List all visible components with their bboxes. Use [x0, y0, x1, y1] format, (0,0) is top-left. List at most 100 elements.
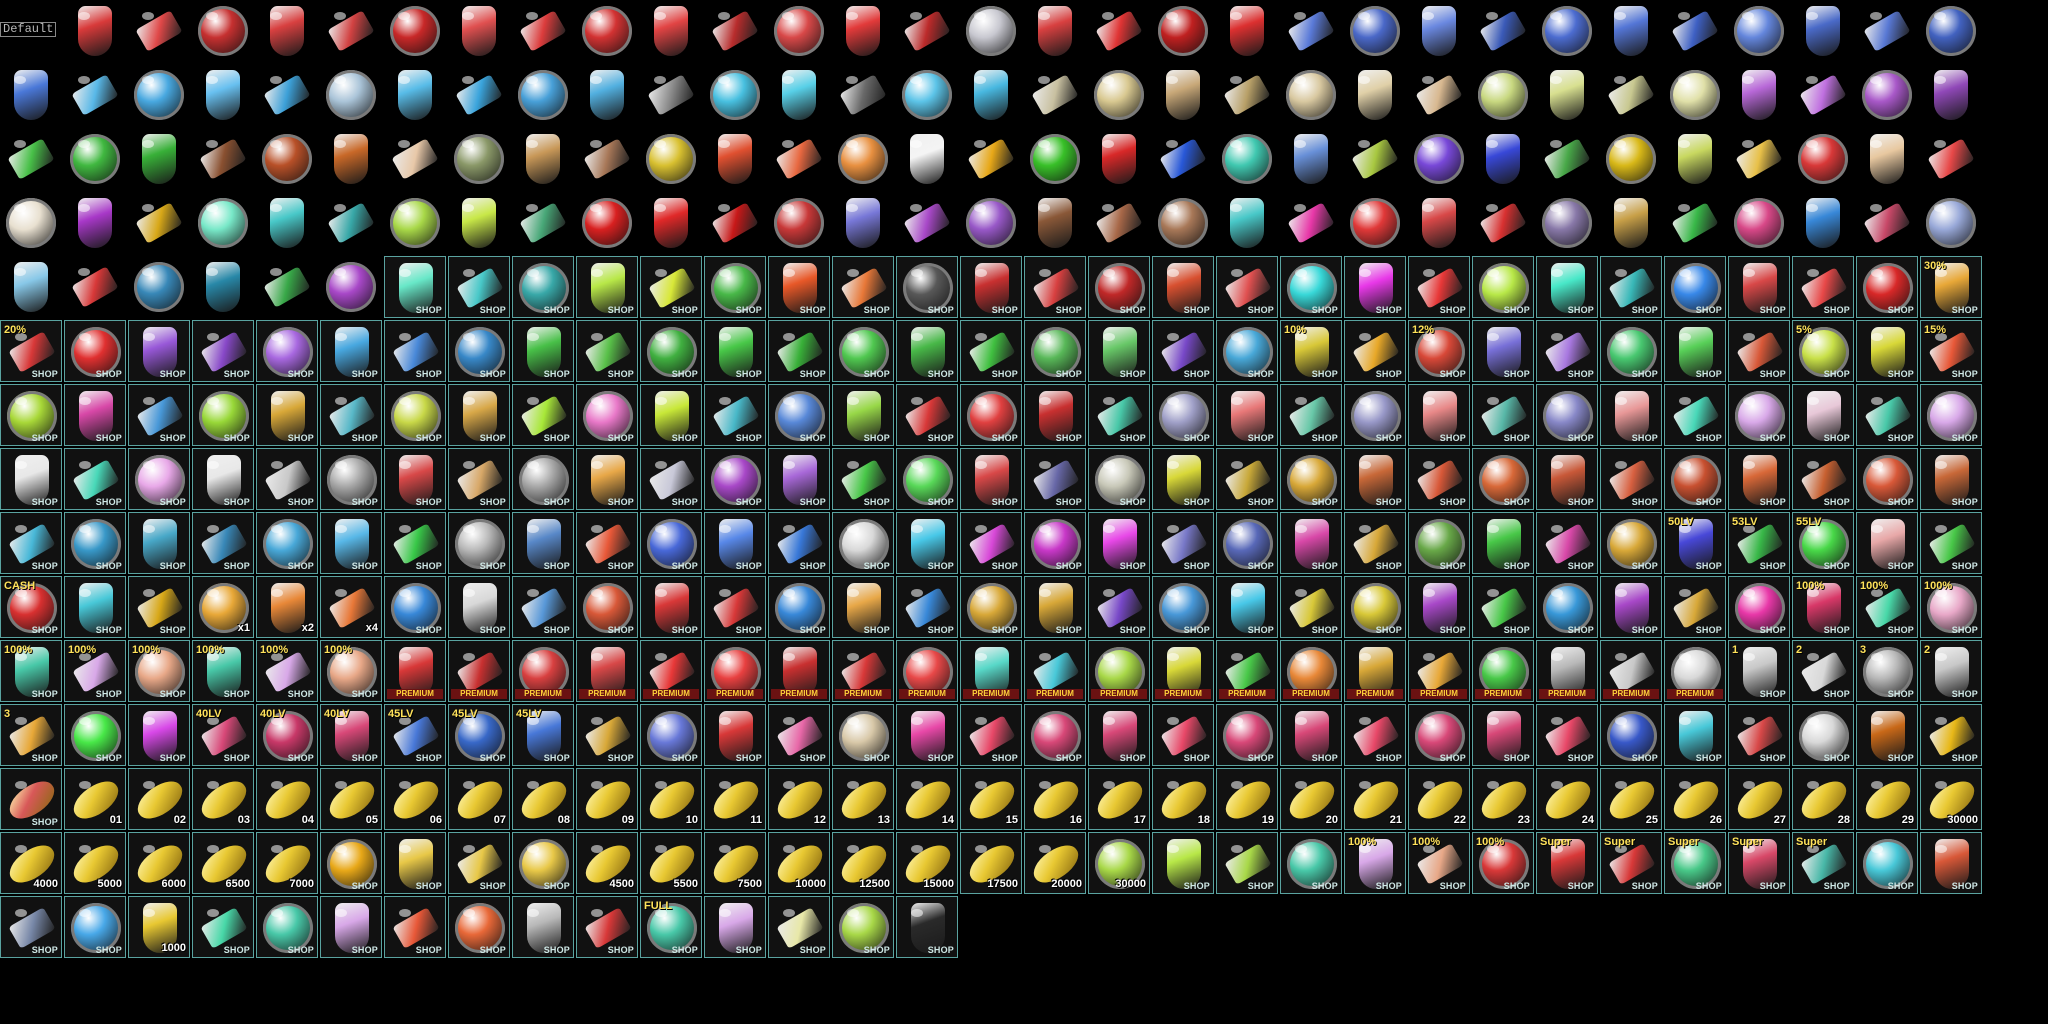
- item-slot[interactable]: PREMIUM: [1216, 640, 1278, 702]
- item-slot[interactable]: SHOP: [1344, 384, 1406, 446]
- item-slot[interactable]: SHOP: [1088, 576, 1150, 638]
- item-slot[interactable]: Super SHOP: [1664, 832, 1726, 894]
- item-slot[interactable]: SHOP: [1344, 256, 1406, 318]
- item-slot[interactable]: [1600, 192, 1662, 254]
- item-slot[interactable]: [1024, 128, 1086, 190]
- item-slot[interactable]: SHOP: [1536, 448, 1598, 510]
- item-slot[interactable]: 5000: [64, 832, 126, 894]
- item-slot[interactable]: 20: [1280, 768, 1342, 830]
- item-slot[interactable]: 100% SHOP: [320, 640, 382, 702]
- item-slot[interactable]: 3 SHOP: [0, 704, 62, 766]
- item-slot[interactable]: SHOP: [576, 512, 638, 574]
- item-slot[interactable]: 30000: [1088, 832, 1150, 894]
- item-slot[interactable]: [320, 256, 382, 318]
- item-slot[interactable]: [1600, 0, 1662, 62]
- item-slot[interactable]: SHOP: [128, 320, 190, 382]
- item-slot[interactable]: PREMIUM: [448, 640, 510, 702]
- item-slot[interactable]: SHOP: [384, 896, 446, 958]
- item-slot[interactable]: 40LV SHOP: [320, 704, 382, 766]
- item-slot[interactable]: SHOP: [832, 320, 894, 382]
- item-slot[interactable]: [320, 64, 382, 126]
- item-slot[interactable]: SHOP: [1088, 704, 1150, 766]
- item-slot[interactable]: SHOP: [1728, 576, 1790, 638]
- item-slot[interactable]: [0, 64, 62, 126]
- item-slot[interactable]: [192, 0, 254, 62]
- item-slot[interactable]: SHOP: [1344, 320, 1406, 382]
- item-slot[interactable]: 23: [1472, 768, 1534, 830]
- item-slot[interactable]: 10% SHOP: [1280, 320, 1342, 382]
- item-slot[interactable]: SHOP: [896, 256, 958, 318]
- item-slot[interactable]: SHOP: [704, 384, 766, 446]
- item-slot[interactable]: [832, 64, 894, 126]
- item-slot[interactable]: SHOP: [960, 320, 1022, 382]
- item-slot[interactable]: SHOP: [896, 512, 958, 574]
- item-slot[interactable]: 30% SHOP: [1920, 256, 1982, 318]
- item-slot[interactable]: SHOP: [1792, 384, 1854, 446]
- item-slot[interactable]: SHOP: [1088, 448, 1150, 510]
- item-slot[interactable]: SHOP: [576, 704, 638, 766]
- item-slot[interactable]: [1216, 0, 1278, 62]
- item-slot[interactable]: 17: [1088, 768, 1150, 830]
- item-slot[interactable]: SHOP: [448, 832, 510, 894]
- item-slot[interactable]: [1920, 0, 1982, 62]
- item-slot[interactable]: SHOP: [1152, 832, 1214, 894]
- item-slot[interactable]: SHOP: [1920, 832, 1982, 894]
- item-slot[interactable]: SHOP: [896, 896, 958, 958]
- item-slot[interactable]: 10000: [768, 832, 830, 894]
- item-slot[interactable]: 100% SHOP: [1344, 832, 1406, 894]
- item-slot[interactable]: [1152, 64, 1214, 126]
- item-slot[interactable]: [1024, 192, 1086, 254]
- item-slot[interactable]: 7000: [256, 832, 318, 894]
- item-slot[interactable]: [576, 128, 638, 190]
- item-slot[interactable]: SHOP: [128, 384, 190, 446]
- item-slot[interactable]: SHOP: [512, 512, 574, 574]
- item-slot[interactable]: SHOP: [512, 832, 574, 894]
- item-slot[interactable]: SHOP: [512, 256, 574, 318]
- item-slot[interactable]: SHOP: [1280, 512, 1342, 574]
- item-slot[interactable]: SHOP: [896, 576, 958, 638]
- item-slot[interactable]: 100% SHOP: [1856, 576, 1918, 638]
- item-slot[interactable]: SHOP: [1536, 704, 1598, 766]
- item-slot[interactable]: 03: [192, 768, 254, 830]
- item-slot[interactable]: 100% SHOP: [0, 640, 62, 702]
- item-slot[interactable]: SHOP: [1344, 704, 1406, 766]
- item-slot[interactable]: SHOP: [512, 896, 574, 958]
- item-slot[interactable]: [512, 128, 574, 190]
- item-slot[interactable]: SHOP: [1216, 576, 1278, 638]
- item-slot[interactable]: SHOP: [0, 512, 62, 574]
- item-slot[interactable]: [1088, 192, 1150, 254]
- item-slot[interactable]: PREMIUM: [1536, 640, 1598, 702]
- item-slot[interactable]: [768, 64, 830, 126]
- item-slot[interactable]: SHOP: [576, 320, 638, 382]
- item-slot[interactable]: [256, 0, 318, 62]
- item-slot[interactable]: 30000: [1920, 768, 1982, 830]
- item-slot[interactable]: SHOP: [1856, 320, 1918, 382]
- item-slot[interactable]: x4: [320, 576, 382, 638]
- item-slot[interactable]: SHOP: [64, 384, 126, 446]
- item-slot[interactable]: SHOP: [1024, 704, 1086, 766]
- item-slot[interactable]: SHOP: [896, 704, 958, 766]
- item-slot[interactable]: SHOP: [1152, 256, 1214, 318]
- item-slot[interactable]: 4000: [0, 832, 62, 894]
- item-slot[interactable]: 07: [448, 768, 510, 830]
- item-slot[interactable]: SHOP: [1600, 704, 1662, 766]
- item-slot[interactable]: SHOP: [1088, 256, 1150, 318]
- item-slot[interactable]: 22: [1408, 768, 1470, 830]
- item-slot[interactable]: [192, 128, 254, 190]
- item-slot[interactable]: [768, 128, 830, 190]
- item-slot[interactable]: [1728, 0, 1790, 62]
- item-slot[interactable]: [256, 192, 318, 254]
- item-slot[interactable]: SHOP: [960, 512, 1022, 574]
- item-slot[interactable]: 3 SHOP: [1856, 640, 1918, 702]
- item-slot[interactable]: SHOP: [960, 704, 1022, 766]
- item-slot[interactable]: [448, 192, 510, 254]
- item-slot[interactable]: [1088, 64, 1150, 126]
- item-slot[interactable]: SHOP: [832, 448, 894, 510]
- item-slot[interactable]: 14: [896, 768, 958, 830]
- item-slot[interactable]: [1920, 64, 1982, 126]
- item-slot[interactable]: [1792, 192, 1854, 254]
- item-slot[interactable]: SHOP: [1216, 448, 1278, 510]
- item-slot[interactable]: SHOP: [896, 448, 958, 510]
- item-slot[interactable]: [640, 64, 702, 126]
- item-slot[interactable]: 45LV SHOP: [448, 704, 510, 766]
